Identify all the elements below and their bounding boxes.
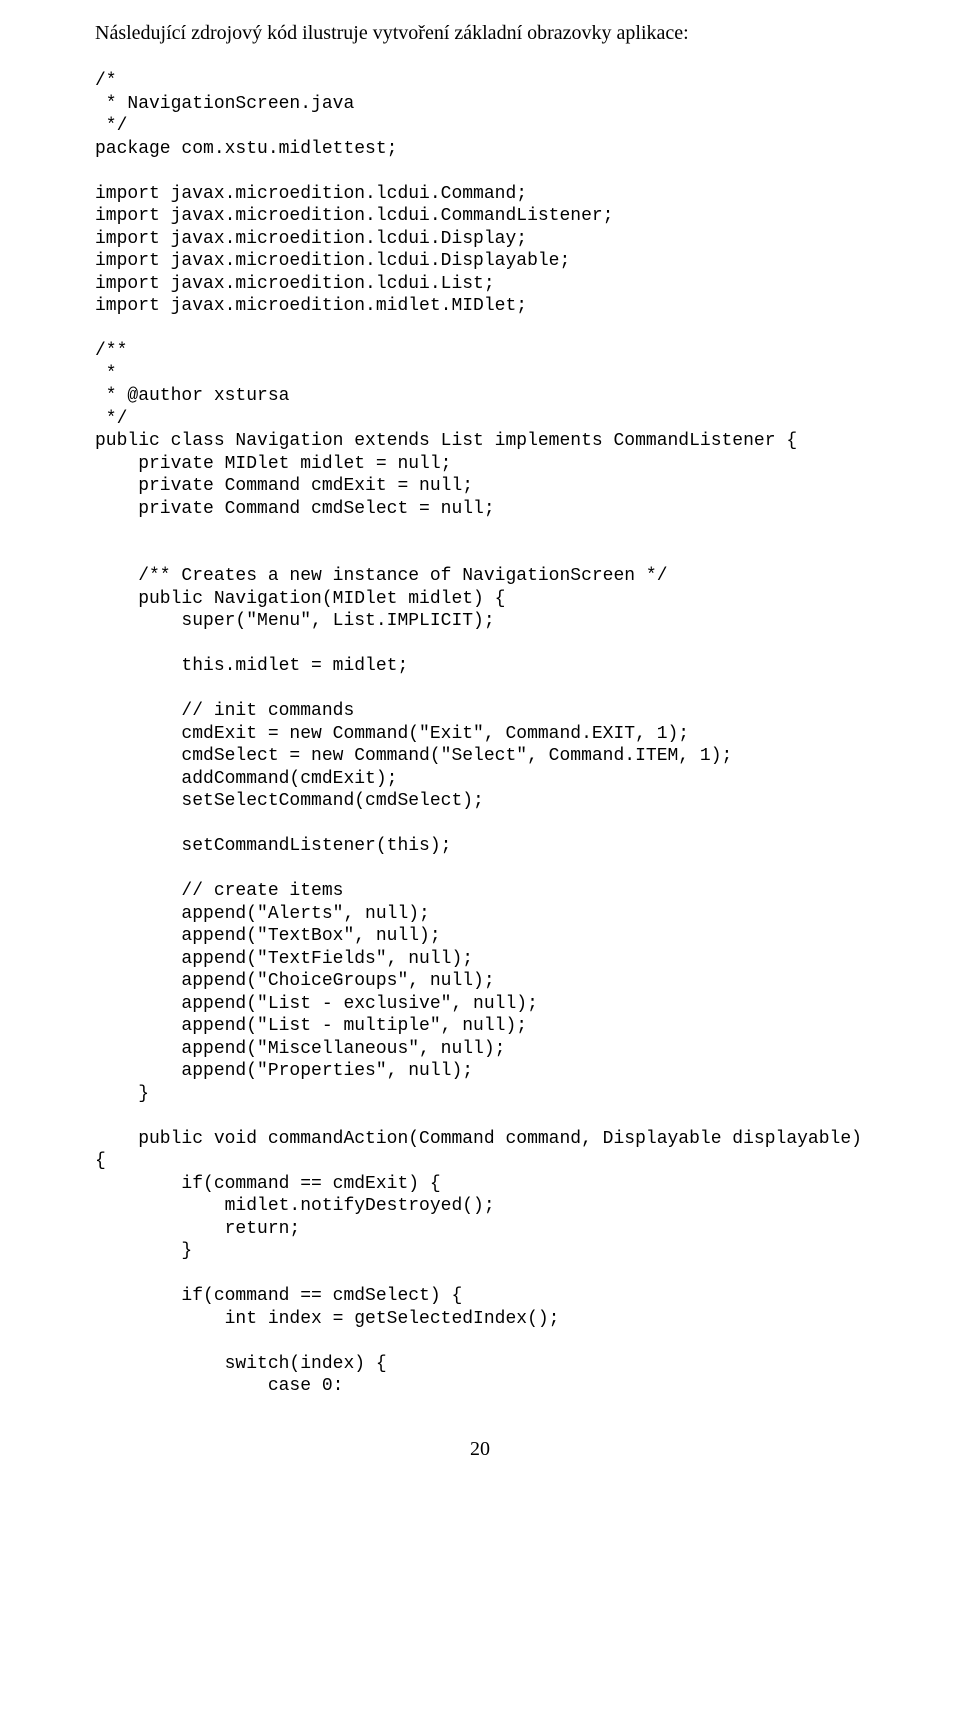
- intro-paragraph: Následující zdrojový kód ilustruje vytvo…: [95, 20, 865, 46]
- document-page: Následující zdrojový kód ilustruje vytvo…: [0, 0, 960, 1501]
- page-number: 20: [95, 1438, 865, 1461]
- code-listing: /* * NavigationScreen.java */ package co…: [95, 70, 865, 1398]
